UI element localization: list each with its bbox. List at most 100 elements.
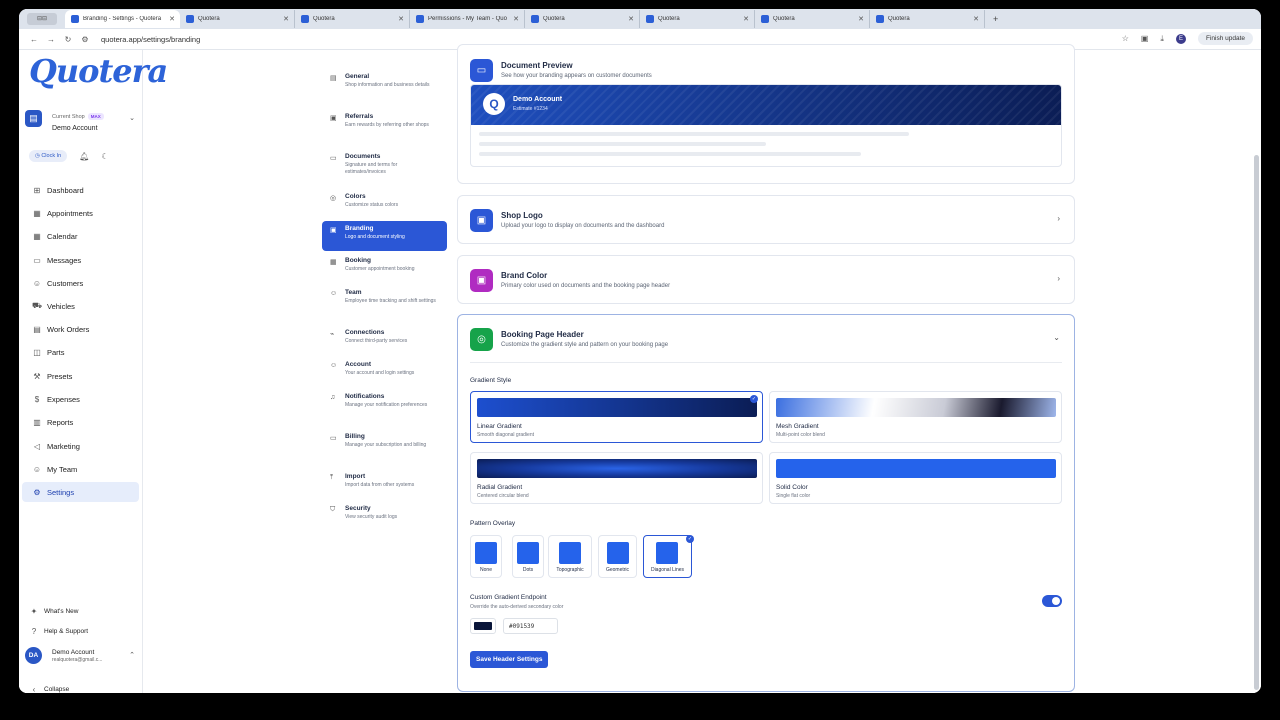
help-support-link[interactable]: ? Help & Support [27, 627, 88, 636]
pattern-option-topographic[interactable]: Topographic [548, 535, 592, 578]
sidebar-item-reports[interactable]: ▥ Reports [22, 412, 139, 432]
tab-bar: ⊟⊟ Branding - Settings - Quotera ✕ Quoter… [19, 9, 1261, 29]
preview-logo: Q [483, 93, 505, 115]
settings-nav-general[interactable]: ▤ General Shop information and business de… [322, 69, 447, 99]
gradient-option-mesh[interactable]: Mesh Gradient Multi-point color blend [769, 391, 1062, 443]
sidebar-item-appointments[interactable]: ▦ Appointments [22, 203, 139, 223]
sidebar-item-messages[interactable]: ▭ Messages [22, 250, 139, 270]
bookmark-star-icon[interactable]: ☆ [1122, 34, 1129, 43]
settings-nav-desc: Manage your notification preferences [345, 402, 428, 408]
settings-nav-account[interactable]: ☺ Account Your account and login settings [322, 357, 447, 387]
extensions-icon[interactable]: ▣ [1141, 34, 1149, 43]
save-header-settings-button[interactable]: Save Header Settings [470, 651, 549, 668]
sidebar-item-customers[interactable]: ☺ Customers [22, 273, 139, 293]
pattern-option-diagonal-lines[interactable]: Diagonal Lines ✓ [643, 535, 694, 578]
profile-avatar[interactable]: E [1175, 33, 1186, 44]
settings-nav-desc: Logo and document styling [345, 234, 405, 240]
bell-icon[interactable]: 🔔︎ [79, 152, 89, 161]
sidebar-item-presets[interactable]: ⚒ Presets [22, 366, 139, 386]
sidebar-item-expenses[interactable]: $ Expenses [22, 389, 139, 409]
quotera-favicon-icon [646, 15, 654, 23]
shop-switcher[interactable]: ▤ Current Shop MAX Demo Account ⌄ [25, 104, 139, 132]
collapse-button[interactable]: ‹ Collapse [27, 685, 70, 693]
card-desc: Primary color used on documents and the … [501, 283, 671, 289]
browser-tab[interactable]: Quotera ✕ [755, 10, 870, 28]
sidebar-item-my-team[interactable]: ☺ My Team [22, 459, 139, 479]
user-menu[interactable]: DA Demo Account realquotera@gmail.c... ⌃ [25, 647, 139, 664]
pattern-option-dots[interactable]: Dots [512, 535, 544, 578]
browser-tab[interactable]: Quotera ✕ [295, 10, 410, 28]
clock-in-button[interactable]: ◷ Clock In [29, 150, 68, 162]
browser-tab[interactable]: Quotera ✕ [870, 10, 985, 28]
settings-nav-import[interactable]: ⤒ Import Import data from other systems [322, 469, 447, 499]
settings-nav-desc: Import data from other systems [345, 482, 415, 488]
settings-nav-team[interactable]: ☺ Team Employee time tracking and shift se… [322, 285, 447, 315]
settings-nav-documents[interactable]: ▭ Documents Signature and terms for estima… [322, 149, 447, 179]
settings-nav-booking[interactable]: ▦ Booking Customer appointment booking [322, 253, 447, 283]
sidebar-item-parts[interactable]: ◫ Parts [22, 342, 139, 362]
scrollbar[interactable] [1254, 155, 1259, 690]
sidebar-item-vehicles[interactable]: ⛟ Vehicles [22, 296, 139, 316]
sidebar-item-calendar[interactable]: ▦ Calendar [22, 226, 139, 246]
browser-tab[interactable]: Quotera ✕ [640, 10, 755, 28]
sidebar-item-marketing[interactable]: ◁ Marketing [22, 436, 139, 456]
moon-icon[interactable]: ☾ [101, 152, 108, 161]
new-tab-button[interactable]: + [993, 14, 998, 24]
pattern-option-geometric[interactable]: Geometric [598, 535, 637, 578]
back-icon[interactable]: ← [27, 35, 41, 44]
settings-nav-referrals[interactable]: ▣ Referrals Earn rewards by referring othe… [322, 109, 447, 139]
close-tab-icon[interactable]: ✕ [628, 15, 634, 23]
settings-nav-notifications[interactable]: ♫ Notifications Manage your notification p… [322, 389, 447, 419]
gradient-name: Linear Gradient [477, 423, 522, 430]
settings-nav-desc: Customer appointment booking [345, 266, 415, 272]
browser-tab[interactable]: Quotera ✕ [180, 10, 295, 28]
finish-update-button[interactable]: Finish update [1197, 32, 1253, 45]
settings-nav-billing[interactable]: ▭ Billing Manage your subscription and bil… [322, 429, 447, 459]
sidebar-item-dashboard[interactable]: ⊞ Dashboard [22, 180, 139, 200]
settings-nav-connections[interactable]: ⌁ Connections Connect third-party services [322, 325, 447, 355]
sidebar-item-work-orders[interactable]: ▤ Work Orders [22, 319, 139, 339]
endpoint-color-picker[interactable] [470, 618, 496, 634]
settings-nav-desc: Signature and terms for estimates/invoic… [345, 162, 398, 175]
close-tab-icon[interactable]: ✕ [283, 15, 289, 23]
gear-icon: ⚙ [33, 487, 41, 497]
sidebar-item-settings[interactable]: ⚙ Settings [22, 482, 139, 502]
endpoint-toggle[interactable] [1042, 595, 1062, 607]
gradient-option-radial[interactable]: Radial Gradient Centered circular blend [470, 452, 763, 504]
shop-logo-card[interactable]: ▣ Shop Logo Upload your logo to display … [457, 195, 1075, 244]
chevron-down-icon[interactable]: ⌄ [1053, 333, 1060, 342]
close-tab-icon[interactable]: ✕ [858, 15, 864, 23]
close-tab-icon[interactable]: ✕ [973, 15, 979, 23]
settings-nav-branding[interactable]: ▣ Branding Logo and document styling [322, 221, 447, 251]
quotera-favicon-icon [186, 15, 194, 23]
user-name: Demo Account [52, 648, 95, 656]
close-tab-icon[interactable]: ✕ [169, 15, 175, 23]
browser-tab[interactable]: Branding - Settings - Quotera ✕ [65, 10, 180, 28]
quotera-logo[interactable]: Quotera [29, 52, 168, 90]
gradient-option-linear[interactable]: Linear Gradient Smooth diagonal gradient… [470, 391, 763, 443]
close-tab-icon[interactable]: ✕ [513, 15, 519, 23]
site-info-icon[interactable]: ⚙ [78, 35, 92, 44]
sparkle-icon: ✦ [30, 607, 38, 616]
message-icon: ▭ [33, 255, 41, 265]
browser-tab[interactable]: Permissions - My Team - Quo ✕ [410, 10, 525, 28]
sidebar-item-label: Marketing [47, 441, 80, 451]
gradient-option-solid[interactable]: Solid Color Single flat color [769, 452, 1062, 504]
user-email: realquotera@gmail.c... [52, 656, 103, 663]
car-icon: ⛟ [31, 301, 43, 310]
browser-tab[interactable]: Quotera ✕ [525, 10, 640, 28]
close-tab-icon[interactable]: ✕ [743, 15, 749, 23]
endpoint-hex-input[interactable]: #091539 [503, 618, 558, 634]
brand-color-card[interactable]: ▣ Brand Color Primary color used on docu… [457, 255, 1075, 304]
settings-nav-security[interactable]: ⛉ Security View security audit logs [322, 501, 447, 531]
whats-new-link[interactable]: ✦ What's New [27, 607, 79, 616]
tab-groups-button[interactable]: ⊟⊟ [27, 13, 57, 25]
settings-nav-desc: Earn rewards by referring other shops [345, 122, 429, 128]
reload-icon[interactable]: ↻ [61, 35, 75, 44]
url-field[interactable]: quotera.app/settings/branding [101, 35, 200, 44]
close-tab-icon[interactable]: ✕ [398, 15, 404, 23]
settings-nav-colors[interactable]: ◎ Colors Customize status colors [322, 189, 447, 219]
pattern-option-none[interactable]: None [470, 535, 502, 578]
forward-icon[interactable]: → [44, 35, 58, 44]
download-icon[interactable]: ⤓ [1160, 34, 1164, 44]
